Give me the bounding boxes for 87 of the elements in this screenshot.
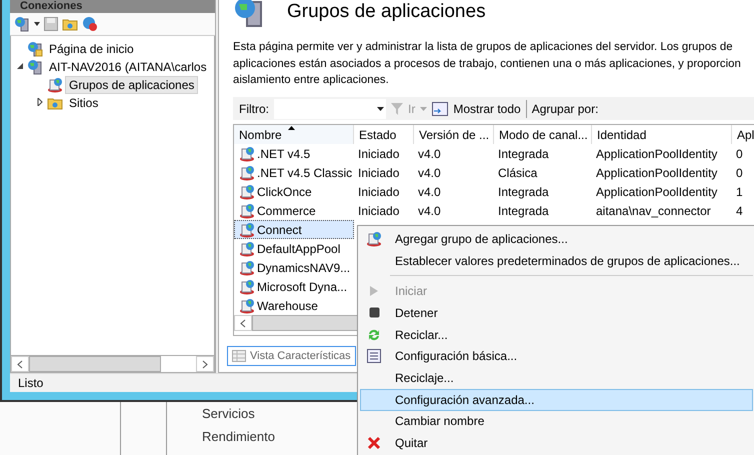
group-by-label: Agrupar por:	[532, 102, 598, 116]
menu-item[interactable]: Detener	[360, 302, 753, 324]
table-cell-text: 1	[735, 184, 744, 199]
column-header[interactable]: Nombre	[234, 125, 354, 144]
dropdown-caret-icon[interactable]	[34, 22, 40, 26]
tree-item[interactable]: Grupos de aplicaciones	[65, 76, 198, 94]
app-pool-icon	[239, 240, 255, 257]
app-pool-icon	[239, 184, 255, 200]
menu-item[interactable]: Agregar grupo de aplicaciones...	[360, 228, 753, 250]
menu-item[interactable]: Cambiar nombre	[360, 410, 753, 432]
delete-icon	[367, 436, 381, 450]
table-cell-text: v4.0	[417, 204, 442, 218]
nav-item[interactable]: Servicios	[202, 406, 275, 421]
settings-window-icon	[367, 349, 381, 364]
filter-label: Filtro:	[239, 102, 269, 116]
table-row[interactable]: .NET v4.5 Classic	[234, 163, 354, 182]
table-cell-text: ApplicationPoolIdentity	[595, 166, 718, 180]
app-pool-icon	[47, 77, 63, 93]
table-cell-text: Integrada	[497, 204, 550, 218]
tree-item[interactable]: AIT-NAV2016 (AITANA\carlos	[45, 58, 211, 76]
funnel-icon	[391, 102, 403, 115]
table-row[interactable]: Commerce	[234, 201, 354, 220]
table-cell-text: Integrada	[497, 146, 550, 161]
scroll-right-icon[interactable]	[202, 360, 208, 368]
table-cell-text: Iniciado	[357, 204, 400, 218]
scroll-left-icon[interactable]	[17, 360, 23, 368]
table-cell-text: Integrada	[497, 184, 550, 199]
table-cell-text: Iniciado	[357, 184, 400, 199]
table-cell-text: ApplicationPoolIdentity	[595, 146, 718, 161]
dropdown-caret-icon[interactable]	[377, 106, 384, 111]
table-cell-text: aitana\nav_connector	[595, 204, 712, 218]
table-cell-text: v4.0	[417, 166, 442, 180]
table-cell-text: v4.0	[417, 146, 442, 161]
table-cell-text: ApplicationPoolIdentity	[595, 184, 718, 199]
table-cell-text: 0	[735, 166, 744, 180]
app-pool-icon	[239, 164, 255, 181]
menu-item[interactable]: Establecer valores predeterminados de grupos de aplicaciones...	[360, 250, 753, 272]
recycle-icon	[367, 328, 381, 342]
show-all-button[interactable]: Mostrar todo	[453, 102, 521, 116]
app-pool-icon	[366, 230, 382, 247]
collapse-icon[interactable]	[16, 62, 24, 70]
table-cell-text: v4.0	[417, 184, 442, 199]
tree-item[interactable]: Sitios	[65, 94, 102, 112]
server-icon	[233, 0, 265, 28]
sort-ascending-icon	[288, 126, 295, 130]
grid-icon	[232, 350, 246, 362]
expand-icon[interactable]	[36, 98, 44, 106]
table-row[interactable]: .NET v4.5	[234, 144, 354, 164]
tree-item[interactable]: Página de inicio	[45, 40, 138, 58]
features-view-tab[interactable]: Vista Características	[227, 346, 356, 366]
table-cell-text: 0	[735, 146, 744, 161]
table-row[interactable]: Warehouse	[234, 296, 354, 316]
app-pool-icon	[239, 222, 255, 238]
stop-icon	[368, 307, 380, 318]
table-row[interactable]: ClickOnce	[234, 182, 354, 202]
page-title: Grupos de aplicaciones	[287, 0, 486, 23]
panel-title: Conexiones	[20, 0, 82, 13]
show-all-icon	[432, 102, 448, 116]
menu-item[interactable]: Quitar	[360, 432, 753, 454]
table-row[interactable]: DefaultAppPool	[234, 239, 354, 258]
table-cell-text: Iniciado	[357, 146, 400, 161]
folder-icon	[47, 96, 63, 110]
scrollbar-thumb[interactable]	[29, 356, 161, 372]
app-pool-icon	[239, 146, 255, 162]
play-icon	[369, 285, 379, 298]
menu-item[interactable]: Reciclar...	[360, 324, 753, 346]
table-row[interactable]: Connect	[234, 220, 354, 240]
menu-item[interactable]: Configuración avanzada...	[360, 388, 753, 411]
nav-item[interactable]: Rendimiento	[202, 429, 275, 444]
disconnect-icon[interactable]	[82, 16, 98, 32]
filter-field[interactable]	[274, 98, 386, 119]
app-pool-icon	[239, 202, 255, 219]
app-pool-icon	[239, 298, 255, 314]
home-server-icon	[27, 41, 43, 57]
table-cell-text: 4	[735, 204, 744, 218]
app-pool-icon	[239, 278, 255, 295]
globe-server-icon	[27, 59, 43, 75]
table-row[interactable]: DynamicsNAV9...	[234, 258, 354, 278]
app-pool-icon	[239, 260, 255, 276]
menu-item[interactable]: Configuración básica...	[360, 345, 753, 368]
folder-icon	[62, 17, 78, 31]
page-description: Esta página permite ver y administrar la lista de grupos de aplicaciones del servidor. Los grupos de aplicaciones están asociados a procesos de trabajo, contienen una o más aplicaciones, y proporcion aislamiento entre aplicaciones.	[233, 40, 742, 88]
scroll-left-icon[interactable]	[240, 318, 246, 328]
table-row[interactable]: Microsoft Dyna...	[234, 277, 354, 296]
table-cell-text: Clásica	[497, 166, 538, 180]
connect-icon	[14, 16, 30, 32]
table-cell-text: Iniciado	[357, 166, 400, 180]
